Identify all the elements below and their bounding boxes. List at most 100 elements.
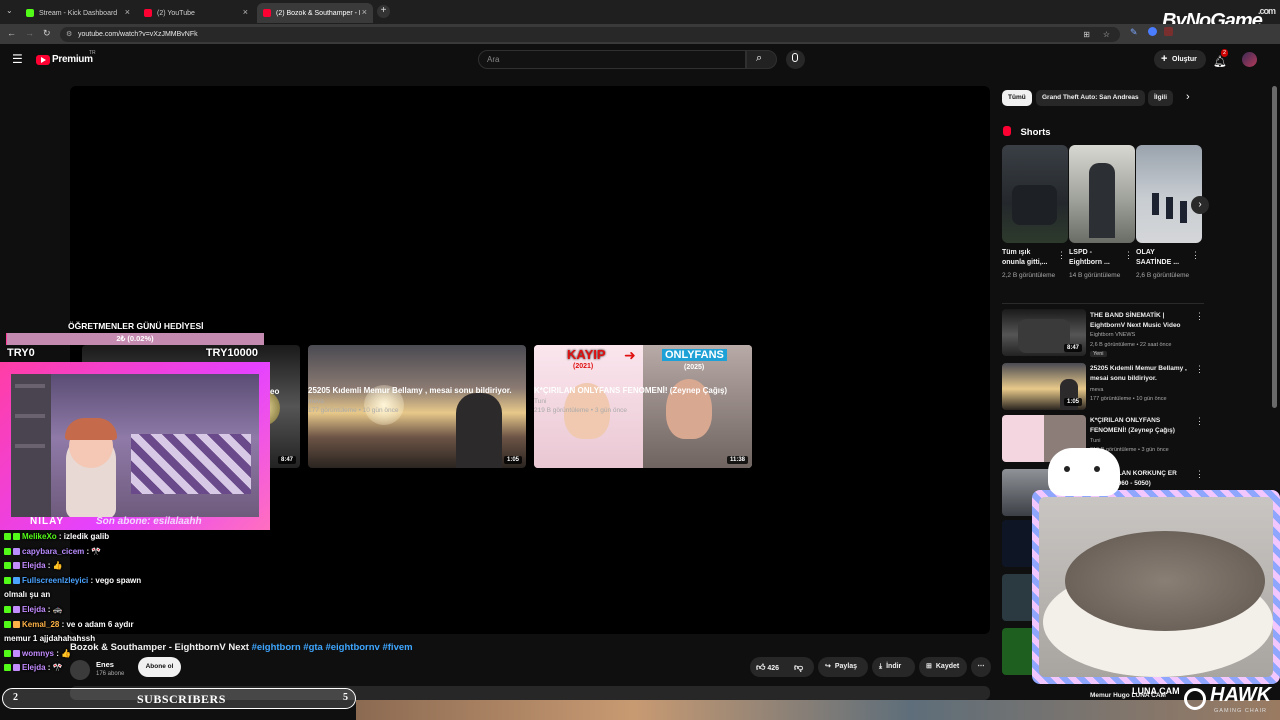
duration-badge: 1:05 <box>503 456 522 464</box>
related-thumbnail[interactable] <box>1002 520 1036 567</box>
chip-all[interactable]: Tümü <box>1002 90 1032 106</box>
share-button[interactable]: ↪ Paylaş <box>818 657 868 677</box>
close-tab-icon[interactable]: × <box>362 8 367 17</box>
chat-username[interactable]: Elejda <box>22 561 48 570</box>
related-thumbnail[interactable]: 1:05 <box>1002 363 1086 410</box>
related-title[interactable]: THE BAND SİNEMATİK | EightbornV Next Mus… <box>1090 311 1194 331</box>
tab-current-video[interactable]: (2) Bozok & Southamper - Eigh × <box>257 3 373 23</box>
chip-related[interactable]: İlgili <box>1148 90 1173 106</box>
chat-badge-icon <box>13 606 20 613</box>
tab-kick-dashboard[interactable]: Stream - Kick Dashboard × <box>20 3 136 23</box>
channel-name[interactable]: Enes <box>96 660 114 669</box>
more-options-icon[interactable]: ⋮ <box>1195 416 1204 427</box>
more-options-icon[interactable]: ⋮ <box>1195 311 1204 322</box>
sub-label: SUBSCRIBERS <box>137 692 226 706</box>
duration-badge: 11:38 <box>726 456 748 464</box>
site-info-icon[interactable]: ⚙ <box>66 27 72 42</box>
chat-username[interactable]: Kemal_28 <box>22 620 62 629</box>
chat-username[interactable]: capybara_cicem <box>22 547 87 556</box>
search-input[interactable]: Ara <box>478 50 746 69</box>
related-thumbnail[interactable] <box>1002 628 1036 675</box>
endscreen-title[interactable]: 25205 Kıdemli Memur Bellamy , mesai sonu… <box>308 386 512 395</box>
forward-arrow-icon[interactable]: → <box>25 28 34 38</box>
back-arrow-icon[interactable]: ← <box>7 28 16 38</box>
endscreen-channel[interactable]: meva <box>308 398 324 405</box>
subscriber-goal-bar: 2 SUBSCRIBERS 5 <box>2 688 356 709</box>
related-title[interactable]: 25205 Kıdemli Memur Bellamy , mesai sonu… <box>1090 364 1194 384</box>
chip-gta-san-andreas[interactable]: Grand Theft Auto: San Andreas <box>1036 90 1145 106</box>
bed <box>131 434 251 494</box>
duration-badge: 8:47 <box>277 456 296 464</box>
hashtags[interactable]: #eightborn #gta #eightbornv #fivem <box>252 642 413 653</box>
extension-icon[interactable] <box>1148 27 1157 36</box>
more-options-icon[interactable]: ⋮ <box>1057 250 1066 261</box>
short-thumbnail[interactable] <box>1069 145 1135 243</box>
chat-message: Elejda : 🚓 <box>4 605 63 614</box>
endscreen-title[interactable]: K*ÇIRILAN ONLYFANS FENOMENİ! (Zeynep Çağ… <box>534 386 727 395</box>
related-thumbnail[interactable]: 8:47 <box>1002 309 1086 356</box>
extension-icon[interactable] <box>1164 27 1173 36</box>
chat-message: MelikeXo : izledik galib <box>4 532 109 541</box>
search-icon: ⌕ <box>756 52 763 64</box>
short-thumbnail[interactable] <box>1136 145 1202 243</box>
address-bar[interactable]: ⚙ youtube.com/watch?v=vXzJMMBvNFk ⊞ ☆ <box>60 27 1120 42</box>
sub-count-right: 5 <box>343 692 348 703</box>
notifications-button[interactable]: 🔔︎ 2 <box>1213 49 1229 70</box>
voice-search-button[interactable] <box>786 50 805 69</box>
chat-text: olmalı şu an <box>4 590 51 600</box>
create-button[interactable]: + Oluştur <box>1154 50 1206 69</box>
chat-username[interactable]: MelikeXo <box>22 532 59 541</box>
download-button[interactable]: ⤓ İndir <box>872 657 915 677</box>
short-title[interactable]: LSPD - Eightborn ... <box>1069 248 1121 268</box>
related-title[interactable]: K*ÇIRILAN ONLYFANS FENOMENİ! (Zeynep Çağ… <box>1090 416 1194 436</box>
chat-badge-icon <box>13 664 20 672</box>
more-options-icon[interactable]: ⋮ <box>1195 469 1204 480</box>
chat-username[interactable]: FullscreenIzleyici <box>22 576 90 585</box>
tab-search-icon[interactable]: ⌄ <box>6 6 13 15</box>
close-tab-icon[interactable]: × <box>125 8 130 17</box>
short-title[interactable]: Tüm ışık onunla gitti,... <box>1002 248 1054 268</box>
subscribe-button[interactable]: Abone ol <box>138 657 181 677</box>
channel-avatar[interactable] <box>70 660 90 680</box>
scrollbar[interactable] <box>1272 86 1277 408</box>
search-button[interactable]: ⌕ <box>746 50 777 69</box>
hamburger-menu-icon[interactable]: ☰ <box>12 52 23 66</box>
related-channel[interactable]: Tuni <box>1090 437 1200 446</box>
more-actions-button[interactable]: ⋯ <box>971 657 991 677</box>
close-tab-icon[interactable]: × <box>243 8 248 17</box>
shorts-next-button[interactable]: › <box>1191 196 1209 214</box>
bell-icon: 🔔︎ <box>1213 56 1227 68</box>
avatar[interactable] <box>1242 52 1257 67</box>
more-options-icon[interactable]: ⋮ <box>1191 250 1200 261</box>
chevron-right-icon[interactable]: › <box>1186 91 1190 103</box>
chat-badge-icon <box>13 533 20 540</box>
new-tab-icon[interactable]: + <box>377 5 390 18</box>
short-thumbnail[interactable] <box>1002 145 1068 243</box>
more-options-icon[interactable]: ⋮ <box>1124 250 1133 261</box>
related-channel[interactable]: Eightborn VNEWS <box>1090 331 1200 340</box>
like-button[interactable]: 👍︎ 426 <box>756 657 779 679</box>
duration-badge: 1:05 <box>1063 398 1082 406</box>
short-title[interactable]: OLAY SAATİNDE ... <box>1136 248 1188 268</box>
save-icon: ⊞ <box>926 663 932 670</box>
chat-username[interactable]: Elejda <box>22 605 48 614</box>
related-title[interactable]: Memur Hugo LUNA CAM <box>1090 692 1166 699</box>
install-icon[interactable]: ⊞ <box>1083 27 1090 42</box>
url-text: youtube.com/watch?v=vXzJMMBvNFk <box>78 31 198 38</box>
like-dislike-group: 👍︎ 426 👎︎ <box>750 657 814 677</box>
related-thumbnail[interactable] <box>1002 574 1036 621</box>
goal-title: ÖĞRETMENLER GÜNÜ HEDİYESİ <box>68 321 204 331</box>
extension-icon[interactable]: ✎ <box>1130 27 1138 38</box>
dislike-button[interactable]: 👎︎ <box>794 657 803 679</box>
more-options-icon[interactable]: ⋮ <box>1195 364 1204 375</box>
endscreen-channel[interactable]: Tuni <box>534 398 546 405</box>
chat-username[interactable]: womnys <box>22 649 56 658</box>
bookmark-star-icon[interactable]: ☆ <box>1103 27 1110 42</box>
reload-icon[interactable]: ↻ <box>43 28 51 39</box>
save-button[interactable]: ⊞ Kaydet <box>919 657 967 677</box>
related-channel[interactable]: meva <box>1090 386 1200 395</box>
short-views: 14 B görüntüleme <box>1069 272 1121 279</box>
chat-message: FullscreenIzleyici : vego spawn <box>4 576 141 585</box>
chat-username[interactable]: Elejda <box>22 663 48 672</box>
tab-youtube[interactable]: (2) YouTube × <box>138 3 254 23</box>
